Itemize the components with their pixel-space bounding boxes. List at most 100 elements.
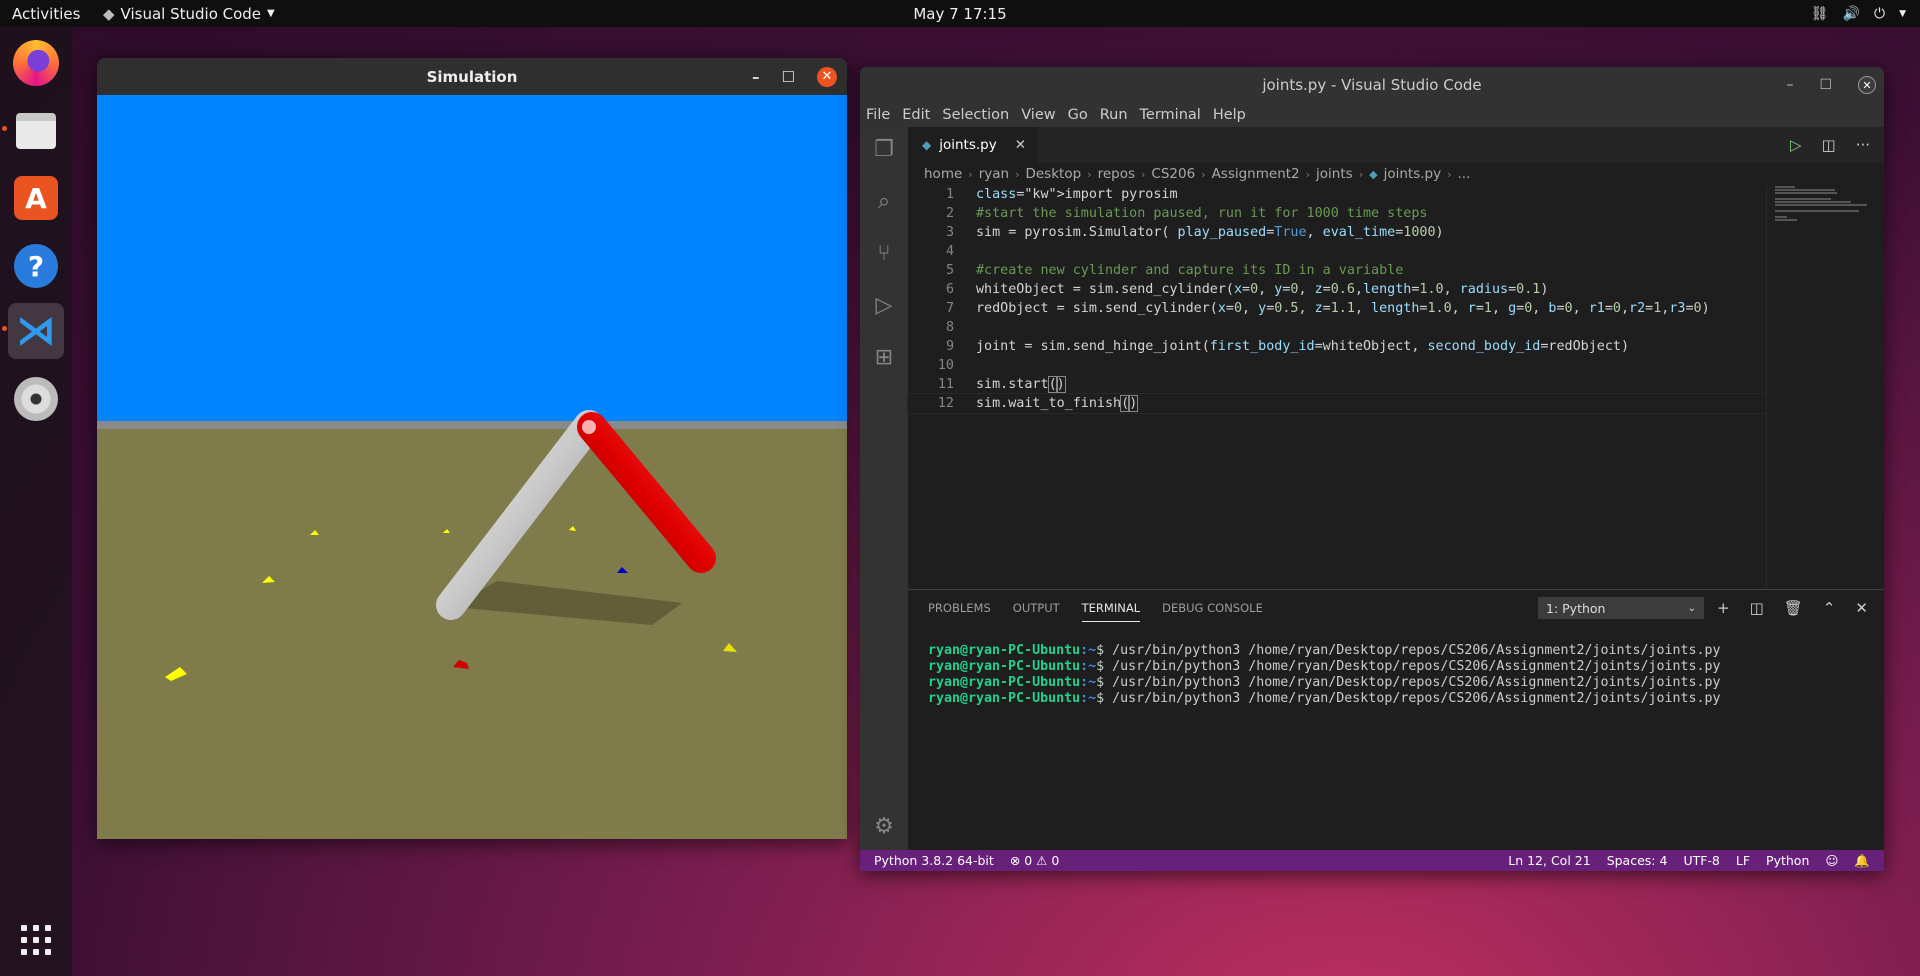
search-icon[interactable]: ⌕ bbox=[870, 187, 898, 215]
clock[interactable]: May 7 17:15 bbox=[913, 5, 1006, 23]
code-line[interactable]: 2 #start the simulation paused, run it fo… bbox=[908, 204, 1766, 223]
code-line[interactable]: 7 redObject = sim.send_cylinder(x=0, y=0.… bbox=[908, 299, 1766, 318]
cursor-position[interactable]: Ln 12, Col 21 bbox=[1508, 853, 1590, 868]
simulation-titlebar[interactable]: Simulation – ☐ ✕ bbox=[97, 58, 847, 95]
dock-firefox[interactable] bbox=[8, 35, 64, 91]
split-terminal-icon[interactable]: ◫ bbox=[1750, 599, 1764, 617]
maximize-button[interactable]: ☐ bbox=[1819, 77, 1832, 93]
python-interpreter[interactable]: Python 3.8.2 64-bit bbox=[874, 853, 994, 868]
chevron-right-icon: › bbox=[1201, 167, 1206, 181]
dock-files[interactable] bbox=[8, 103, 64, 159]
code-line[interactable]: 1 class="kw">import pyrosim bbox=[908, 185, 1766, 204]
menu-edit[interactable]: Edit bbox=[902, 107, 930, 123]
help-icon: ? bbox=[14, 244, 58, 288]
menu-selection[interactable]: Selection bbox=[942, 107, 1009, 123]
breadcrumb-item[interactable]: repos bbox=[1098, 166, 1135, 182]
code-line[interactable]: 6 whiteObject = sim.send_cylinder(x=0, y=… bbox=[908, 280, 1766, 299]
minimize-button[interactable]: – bbox=[752, 68, 760, 86]
system-tray[interactable]: ⛓ 🔊 ⏻ ▼ bbox=[1811, 6, 1906, 22]
chevron-right-icon: › bbox=[1305, 167, 1311, 181]
terminal-line: ryan@ryan-PC-Ubuntu:~$ /usr/bin/python3 … bbox=[928, 691, 1721, 706]
source-control-icon[interactable]: ⑂ bbox=[870, 239, 898, 267]
vscode-titlebar[interactable]: joints.py - Visual Studio Code – ☐ ✕ bbox=[860, 67, 1884, 103]
language-mode[interactable]: Python bbox=[1766, 853, 1809, 868]
chevron-right-icon: › bbox=[1140, 167, 1146, 181]
simulation-viewport[interactable] bbox=[97, 95, 847, 839]
code-line[interactable]: 8 bbox=[908, 318, 1766, 337]
code-line[interactable]: 12 sim.wait_to_finish() bbox=[907, 393, 1767, 414]
breadcrumb-item[interactable]: home bbox=[924, 166, 962, 182]
close-button[interactable]: ✕ bbox=[817, 66, 837, 87]
menu-run[interactable]: Run bbox=[1100, 107, 1128, 123]
dock-vscode[interactable]: ⋊ bbox=[8, 303, 64, 359]
encoding[interactable]: UTF-8 bbox=[1683, 853, 1719, 868]
menu-terminal[interactable]: Terminal bbox=[1140, 107, 1201, 123]
vscode-icon: ⋊ bbox=[16, 308, 56, 354]
line-number: 12 bbox=[937, 396, 954, 411]
code-line[interactable]: 4 bbox=[908, 242, 1766, 261]
extensions-icon[interactable]: ⊞ bbox=[870, 343, 898, 371]
activities-button[interactable]: Activities bbox=[0, 5, 103, 23]
menu-file[interactable]: File bbox=[866, 107, 890, 123]
indentation[interactable]: Spaces: 4 bbox=[1607, 853, 1668, 868]
code-editor[interactable]: 1 class="kw">import pyrosim 2 #start the si… bbox=[907, 185, 1767, 414]
code-line[interactable]: 10 bbox=[908, 356, 1766, 375]
line-content: sim.wait_to_finish() bbox=[976, 395, 1139, 412]
breadcrumb-item[interactable]: Desktop bbox=[1025, 166, 1081, 182]
gear-icon[interactable]: ⚙ bbox=[870, 812, 898, 840]
code-line[interactable]: 9 joint = sim.send_hinge_joint(first_body… bbox=[908, 337, 1766, 356]
dock-disc[interactable] bbox=[8, 371, 64, 427]
tab-terminal[interactable]: TERMINAL bbox=[1081, 601, 1141, 622]
breadcrumb-item[interactable]: CS206 bbox=[1151, 166, 1195, 182]
dock-software[interactable]: A bbox=[8, 170, 64, 226]
code-line[interactable]: 11 sim.start() bbox=[908, 375, 1766, 394]
feedback-icon[interactable]: ☺ bbox=[1825, 853, 1838, 868]
code-line[interactable]: 5 #create new cylinder and capture its ID… bbox=[908, 261, 1766, 280]
problems-count[interactable]: ⊗ 0 ⚠ 0 bbox=[1010, 853, 1060, 868]
maximize-panel-icon[interactable]: ⌃ bbox=[1823, 599, 1836, 617]
new-terminal-icon[interactable]: + bbox=[1717, 599, 1730, 617]
terminal[interactable]: ryan@ryan-PC-Ubuntu:~$ /usr/bin/python3 … bbox=[908, 626, 1884, 707]
run-debug-icon[interactable]: ▷ bbox=[870, 291, 898, 319]
explorer-icon[interactable]: ❐ bbox=[870, 135, 898, 163]
maximize-button[interactable]: ☐ bbox=[782, 68, 795, 86]
line-number: 7 bbox=[945, 301, 954, 316]
close-panel-icon[interactable]: ✕ bbox=[1855, 599, 1868, 617]
run-file-icon[interactable]: ▷ bbox=[1790, 136, 1802, 154]
chevron-down-icon: ▼ bbox=[1899, 8, 1906, 19]
line-ending[interactable]: LF bbox=[1736, 853, 1750, 868]
dock-help[interactable]: ? bbox=[8, 238, 64, 294]
show-apps-button[interactable] bbox=[8, 912, 64, 968]
terminal-line: ryan@ryan-PC-Ubuntu:~$ /usr/bin/python3 … bbox=[928, 643, 1721, 658]
line-content: #start the simulation paused, run it for… bbox=[976, 206, 1428, 221]
tab-problems[interactable]: PROBLEMS bbox=[928, 601, 991, 615]
terminal-select-value: 1: Python bbox=[1546, 600, 1606, 616]
breadcrumb-item[interactable]: Assignment2 bbox=[1212, 166, 1300, 182]
network-icon: ⛓ bbox=[1810, 5, 1829, 22]
split-editor-icon[interactable]: ◫ bbox=[1822, 136, 1836, 154]
panel-tab-bar: PROBLEMS OUTPUT TERMINAL DEBUG CONSOLE 1… bbox=[908, 590, 1884, 626]
chevron-right-icon: › bbox=[1087, 167, 1092, 181]
code-line[interactable]: 3 sim = pyrosim.Simulator( play_paused=Tr… bbox=[908, 223, 1766, 242]
close-button[interactable]: ✕ bbox=[1858, 76, 1876, 94]
breadcrumb-item[interactable]: ryan bbox=[979, 166, 1009, 182]
bell-icon[interactable]: 🔔 bbox=[1854, 853, 1870, 869]
app-menu[interactable]: ◆ Visual Studio Code ▼ bbox=[103, 5, 275, 23]
close-icon[interactable]: ✕ bbox=[1015, 137, 1026, 153]
trash-icon[interactable]: 🗑 bbox=[1784, 599, 1803, 617]
menu-view[interactable]: View bbox=[1021, 107, 1055, 123]
breadcrumb-item[interactable]: ... bbox=[1457, 166, 1470, 182]
line-content bbox=[954, 318, 976, 337]
minimize-button[interactable]: – bbox=[1786, 77, 1793, 93]
menu-help[interactable]: Help bbox=[1213, 107, 1246, 123]
tab-output[interactable]: OUTPUT bbox=[1013, 601, 1060, 615]
menu-go[interactable]: Go bbox=[1068, 107, 1088, 123]
tab-joints-py[interactable]: ◆ joints.py ✕ bbox=[908, 127, 1039, 163]
terminal-select[interactable]: 1: Python ⌄ bbox=[1538, 597, 1704, 619]
more-actions-icon[interactable]: ··· bbox=[1856, 136, 1870, 154]
breadcrumb-item[interactable]: joints.py bbox=[1384, 166, 1442, 182]
breadcrumb-item[interactable]: joints bbox=[1316, 166, 1353, 182]
tab-debug-console[interactable]: DEBUG CONSOLE bbox=[1162, 601, 1263, 615]
minimap[interactable] bbox=[1766, 185, 1870, 589]
chevron-right-icon: › bbox=[1358, 167, 1364, 181]
